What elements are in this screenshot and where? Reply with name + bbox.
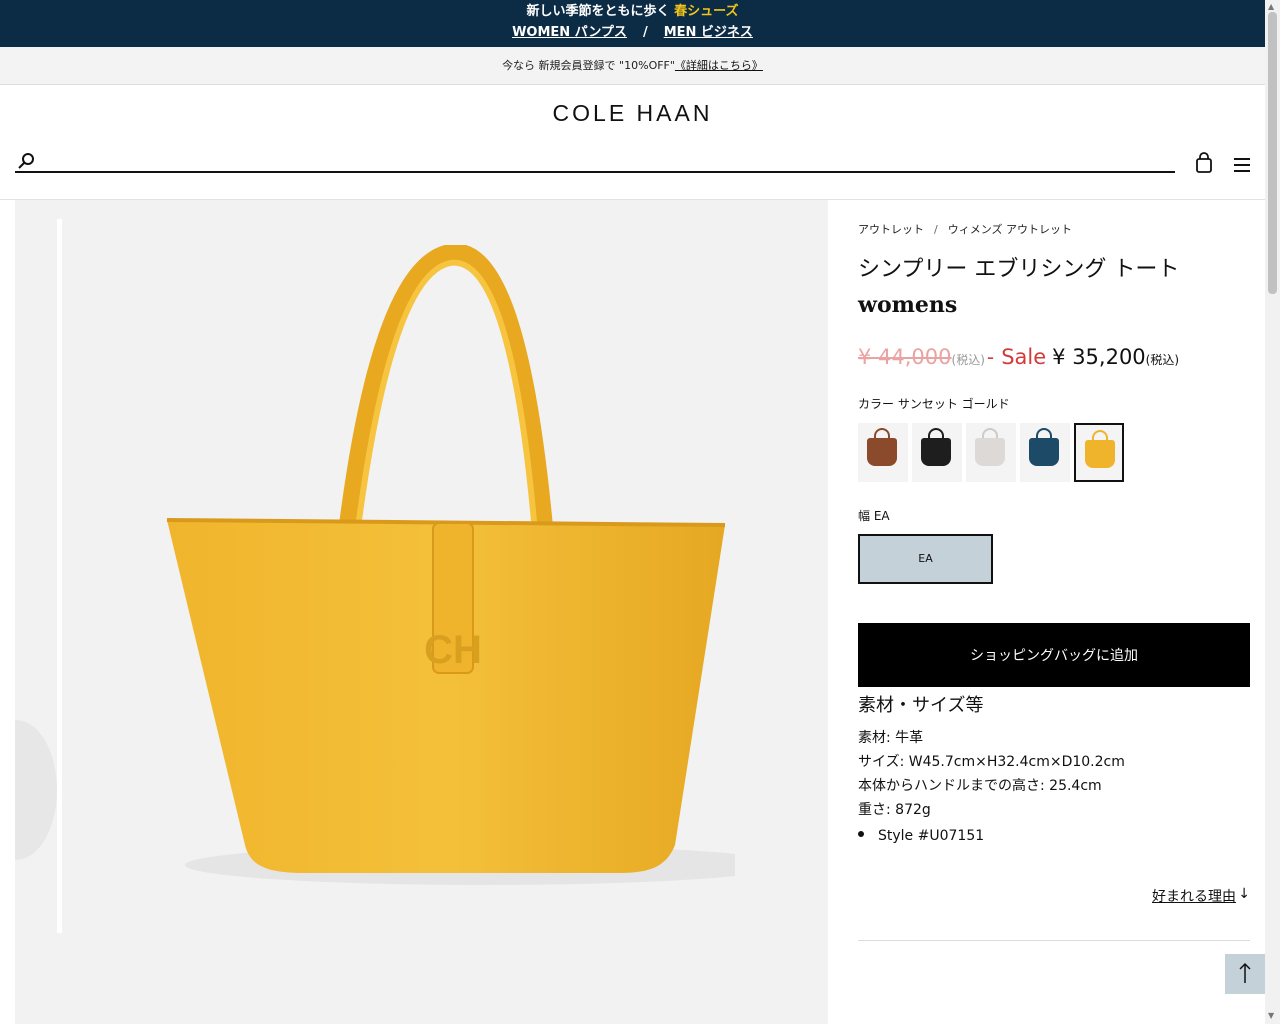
breadcrumb-womens-outlet[interactable]: ウィメンズ アウトレット xyxy=(948,223,1072,236)
style-number: Style #U07151 xyxy=(858,828,984,844)
width-option-ea[interactable]: EA xyxy=(858,534,993,584)
promo-headline: 新しい季節をともに歩く 春シューズ xyxy=(0,0,1265,23)
product-image: CH xyxy=(166,245,735,885)
spec-material: 素材: 牛革 xyxy=(858,730,924,746)
breadcrumb: アウトレット / ウィメンズ アウトレット xyxy=(858,221,1072,237)
add-to-bag-button[interactable]: ショッピングバッグに追加 xyxy=(858,623,1250,687)
hamburger-menu-icon[interactable] xyxy=(1233,157,1251,173)
arrow-down-icon[interactable]: ↓ xyxy=(1238,886,1250,902)
svg-text:CH: CH xyxy=(424,628,482,672)
spec-weight: 重さ: 872g xyxy=(858,802,931,818)
scroll-up-icon[interactable]: ▲ xyxy=(1268,2,1274,11)
color-label: カラー サンセット ゴールド xyxy=(858,397,1010,411)
bullet-dot xyxy=(858,831,864,837)
search-icon[interactable] xyxy=(17,152,35,170)
original-price: ¥ 44,000 xyxy=(858,345,952,369)
brand-logo[interactable]: COLE HAAN xyxy=(0,100,1265,127)
promo-headline-highlight: 春シューズ xyxy=(674,4,739,19)
section-divider xyxy=(858,940,1250,941)
swatch-chip xyxy=(1029,438,1059,466)
member-banner-text: 今なら 新規会員登録で "10%OFF" xyxy=(502,59,675,72)
swatch-brown[interactable] xyxy=(858,423,908,482)
product-subtitle: womens xyxy=(858,292,958,318)
spec-heading: 素材・サイズ等 xyxy=(858,695,984,716)
arrow-up-icon xyxy=(1239,962,1251,983)
sale-price: ¥ 35,200 xyxy=(1052,345,1146,369)
swatch-black[interactable] xyxy=(912,423,962,482)
shopping-bag-icon[interactable] xyxy=(1195,152,1213,174)
product-title: シンプリー エブリシング トート xyxy=(858,257,1180,282)
search-bar[interactable] xyxy=(15,150,1175,173)
swatch-chip xyxy=(867,438,897,466)
color-swatches xyxy=(858,423,1128,482)
scrollbar-thumb[interactable] xyxy=(1268,12,1277,294)
price-dash: - xyxy=(986,345,995,369)
scroll-down-icon[interactable]: ▼ xyxy=(1268,1011,1274,1020)
swatch-chip xyxy=(975,438,1005,466)
promo-headline-text: 新しい季節をともに歩く xyxy=(526,4,670,19)
member-details-link[interactable]: 《詳細はこちら》 xyxy=(675,59,763,72)
page-scrollbar[interactable]: ▲ ▼ xyxy=(1265,0,1280,1024)
promo-women-link[interactable]: WOMEN パンプス xyxy=(512,25,627,40)
price-block: ¥ 44,000(税込) - Sale ¥ 35,200(税込) xyxy=(858,345,1179,369)
search-input[interactable] xyxy=(45,150,1165,170)
breadcrumb-separator: / xyxy=(934,223,938,236)
swatch-navy[interactable] xyxy=(1020,423,1070,482)
why-loved-link[interactable]: 好まれる理由 xyxy=(1152,886,1236,906)
swatch-ivory[interactable] xyxy=(966,423,1016,482)
style-number-text: Style #U07151 xyxy=(878,828,985,844)
width-label: 幅 EA xyxy=(858,509,890,523)
promo-banner: 新しい季節をともに歩く 春シューズ WOMEN パンプス / MEN ビジネス xyxy=(0,0,1265,47)
promo-separator: / xyxy=(642,25,648,40)
swatch-sunset-gold[interactable] xyxy=(1074,423,1124,482)
spec-list: 素材: 牛革 サイズ: W45.7cm×H32.4cm×D10.2cm 本体から… xyxy=(858,726,1125,822)
spec-handle-height: 本体からハンドルまでの高さ: 25.4cm xyxy=(858,778,1102,794)
spec-size: サイズ: W45.7cm×H32.4cm×D10.2cm xyxy=(858,754,1125,770)
sale-label: Sale xyxy=(1001,345,1047,369)
original-tax-note: (税込) xyxy=(951,353,985,367)
back-to-top-button[interactable] xyxy=(1225,954,1265,994)
swatch-chip xyxy=(921,438,951,466)
product-gallery[interactable]: CH xyxy=(15,200,828,1024)
promo-men-link[interactable]: MEN ビジネス xyxy=(664,25,753,40)
member-banner: 今なら 新規会員登録で "10%OFF"《詳細はこちら》 xyxy=(0,47,1265,85)
gallery-scroll-indicator xyxy=(57,219,62,933)
sale-tax-note: (税込) xyxy=(1145,353,1180,367)
previous-image-peek[interactable] xyxy=(15,720,57,860)
swatch-chip xyxy=(1085,440,1115,468)
breadcrumb-outlet[interactable]: アウトレット xyxy=(858,223,924,236)
